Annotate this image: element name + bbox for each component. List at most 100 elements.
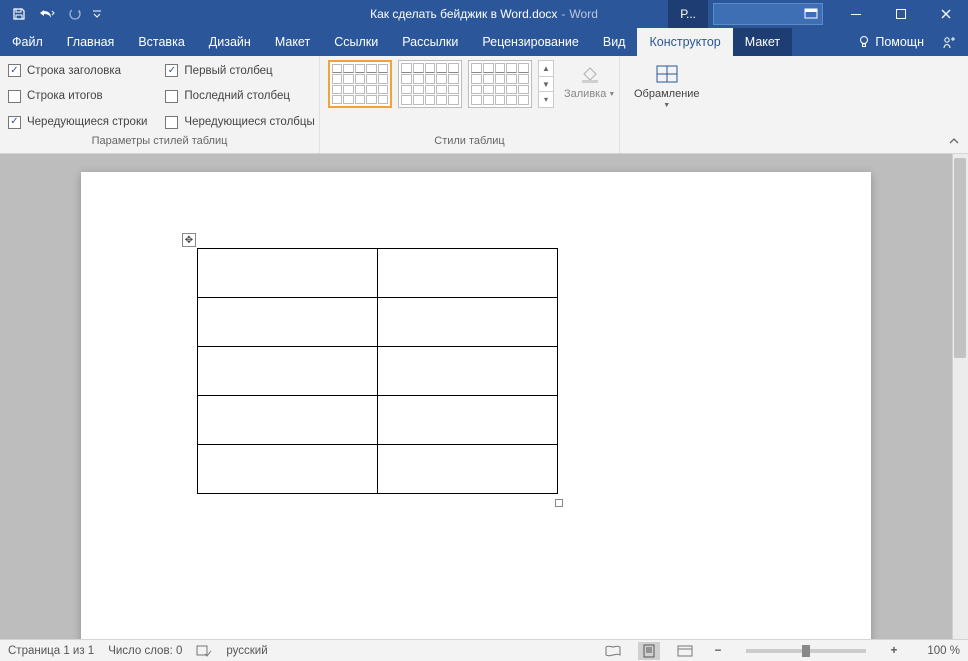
account-tab[interactable]: Р... xyxy=(668,0,708,28)
table-cell[interactable] xyxy=(378,249,558,298)
tab-insert[interactable]: Вставка xyxy=(126,28,196,56)
table-row[interactable] xyxy=(198,298,558,347)
table-cell[interactable] xyxy=(198,445,378,494)
group-label: Стили таблиц xyxy=(328,133,611,151)
zoom-knob[interactable] xyxy=(802,645,810,657)
tab-file[interactable]: Файл xyxy=(0,28,55,56)
table-cell[interactable] xyxy=(378,298,558,347)
check-label: Строка итогов xyxy=(27,90,103,102)
borders-label: Обрамление xyxy=(634,88,700,100)
undo-button[interactable] xyxy=(34,2,60,26)
check-header-row[interactable]: Строка заголовка xyxy=(8,60,147,82)
dropdown-icon: ▼ xyxy=(608,91,615,98)
check-last-column[interactable]: Последний столбец xyxy=(165,86,314,108)
tab-references[interactable]: Ссылки xyxy=(322,28,390,56)
paint-bucket-icon xyxy=(576,62,604,86)
minimize-button[interactable] xyxy=(833,0,878,28)
gallery-expand-button[interactable]: ▲▼▾ xyxy=(538,60,554,108)
document-table[interactable] xyxy=(197,248,558,494)
checkbox-icon xyxy=(165,64,178,77)
tell-me-label: Помощн xyxy=(875,35,924,49)
status-bar: Страница 1 из 1 Число слов: 0 русский − … xyxy=(0,639,968,661)
table-resize-handle[interactable] xyxy=(555,499,563,507)
view-read-mode[interactable] xyxy=(602,642,624,660)
borders-icon xyxy=(653,62,681,86)
tell-me-button[interactable]: Помощн xyxy=(849,35,932,49)
view-web-layout[interactable] xyxy=(674,642,696,660)
table-row[interactable] xyxy=(198,396,558,445)
borders-button[interactable]: Обрамление ▼ xyxy=(628,60,706,111)
tab-design[interactable]: Дизайн xyxy=(197,28,263,56)
style-thumb-1[interactable] xyxy=(328,60,392,108)
check-total-row[interactable]: Строка итогов xyxy=(8,86,147,108)
share-button[interactable] xyxy=(936,34,962,50)
spellcheck-icon[interactable] xyxy=(196,644,212,658)
checkbox-icon xyxy=(8,116,21,129)
title-separator: - xyxy=(561,7,565,21)
group-label: Параметры стилей таблиц xyxy=(8,133,311,151)
customize-qat-button[interactable] xyxy=(90,2,104,26)
table-cell[interactable] xyxy=(378,396,558,445)
save-button[interactable] xyxy=(6,2,32,26)
checkbox-icon xyxy=(165,90,178,103)
vertical-scrollbar[interactable] xyxy=(952,154,968,639)
maximize-button[interactable] xyxy=(878,0,923,28)
quick-access-toolbar xyxy=(0,2,104,26)
style-thumb-2[interactable] xyxy=(398,60,462,108)
status-page[interactable]: Страница 1 из 1 xyxy=(8,645,94,657)
page-1: ✥ xyxy=(81,172,871,639)
checkbox-icon xyxy=(8,64,21,77)
table-cell[interactable] xyxy=(198,347,378,396)
table-row[interactable] xyxy=(198,445,558,494)
status-word-count[interactable]: Число слов: 0 xyxy=(108,645,182,657)
group-borders: Обрамление ▼ xyxy=(620,56,714,153)
collapse-ribbon-button[interactable] xyxy=(946,133,962,149)
check-banded-rows[interactable]: Чередующиеся строки xyxy=(8,111,147,133)
check-first-column[interactable]: Первый столбец xyxy=(165,60,314,82)
style-thumb-3[interactable] xyxy=(468,60,532,108)
group-style-options: Строка заголовка Первый столбец Строка и… xyxy=(0,56,320,153)
view-print-layout[interactable] xyxy=(638,642,660,660)
scroll-thumb[interactable] xyxy=(954,158,966,358)
zoom-slider[interactable] xyxy=(746,649,866,653)
account-short: Р... xyxy=(680,7,696,21)
table-cell[interactable] xyxy=(198,298,378,347)
table-style-gallery[interactable]: ▲▼▾ xyxy=(328,60,554,108)
status-language[interactable]: русский xyxy=(226,645,267,657)
table-cell[interactable] xyxy=(198,249,378,298)
shading-button[interactable]: Заливка▼ xyxy=(558,60,621,102)
close-button[interactable] xyxy=(923,0,968,28)
table-cell[interactable] xyxy=(378,347,558,396)
table-row[interactable] xyxy=(198,347,558,396)
document-canvas[interactable]: ✥ xyxy=(0,154,952,639)
check-label: Строка заголовка xyxy=(27,65,121,77)
tab-layout[interactable]: Макет xyxy=(263,28,322,56)
zoom-out-button[interactable]: − xyxy=(710,645,726,657)
ribbon-options-button[interactable] xyxy=(788,0,833,28)
document-workspace: ✥ xyxy=(0,154,968,639)
tab-table-layout[interactable]: Макет xyxy=(733,28,792,56)
table-move-handle[interactable]: ✥ xyxy=(182,233,196,247)
window-controls xyxy=(788,0,968,28)
group-table-styles: ▲▼▾ Заливка▼ Стили таблиц xyxy=(320,56,620,153)
document-name: Как сделать бейджик в Word.docx xyxy=(370,7,557,21)
table-cell[interactable] xyxy=(378,445,558,494)
tab-home[interactable]: Главная xyxy=(55,28,127,56)
table-cell[interactable] xyxy=(198,396,378,445)
group-label xyxy=(628,133,706,151)
tab-review[interactable]: Рецензирование xyxy=(470,28,591,56)
check-banded-columns[interactable]: Чередующиеся столбцы xyxy=(165,111,314,133)
check-label: Последний столбец xyxy=(184,90,290,102)
check-label: Чередующиеся строки xyxy=(27,116,147,128)
redo-button[interactable] xyxy=(62,2,88,26)
zoom-in-button[interactable]: + xyxy=(886,645,902,657)
window-title: Как сделать бейджик в Word.docx - Word xyxy=(370,7,598,21)
tab-view[interactable]: Вид xyxy=(591,28,638,56)
tab-mailings[interactable]: Рассылки xyxy=(390,28,470,56)
ribbon-tabs: Файл Главная Вставка Дизайн Макет Ссылки… xyxy=(0,28,968,56)
zoom-level[interactable]: 100 % xyxy=(916,645,960,657)
tab-table-design[interactable]: Конструктор xyxy=(637,28,732,56)
checkbox-icon xyxy=(8,90,21,103)
shading-label: Заливка xyxy=(564,88,606,100)
table-row[interactable] xyxy=(198,249,558,298)
